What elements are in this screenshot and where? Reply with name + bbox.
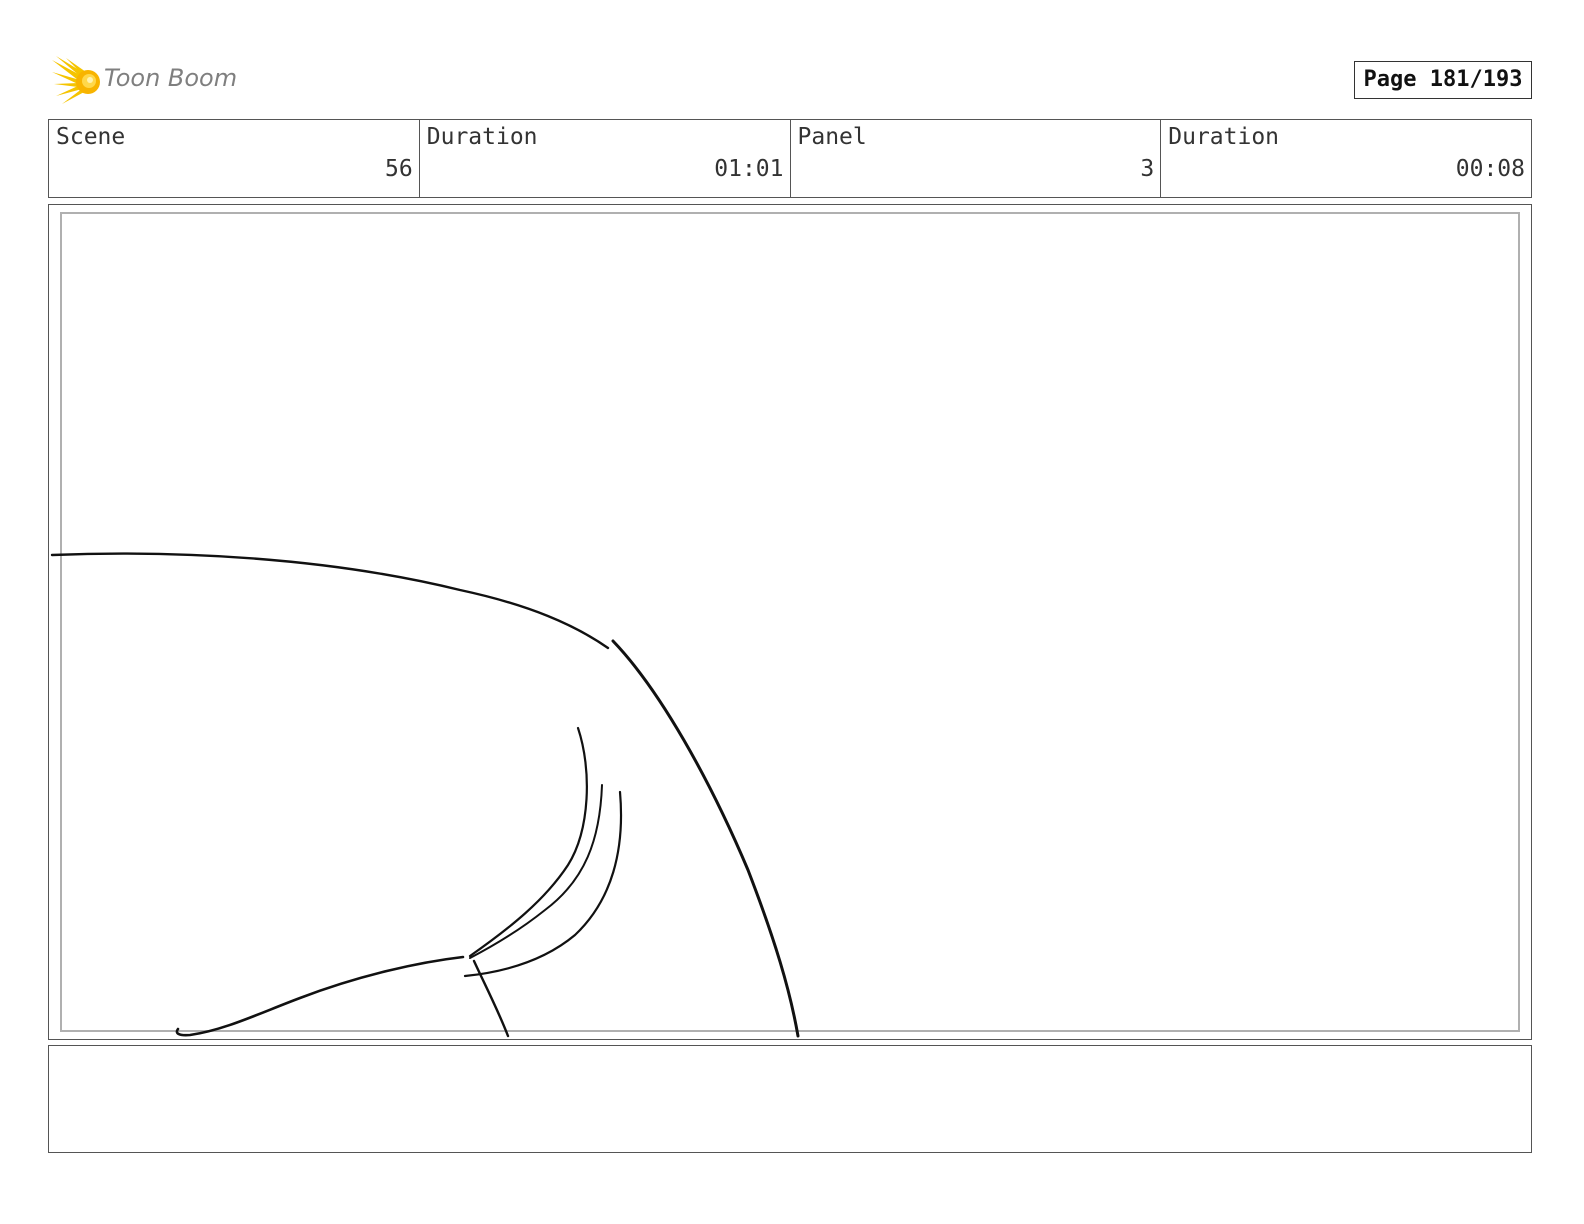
toon-boom-starburst-icon (52, 56, 100, 104)
panel-label: Panel (797, 124, 867, 150)
scene-value: 56 (385, 156, 413, 182)
panel-frame (48, 204, 1532, 1040)
scene-duration-cell: Duration 01:01 (418, 120, 790, 197)
scene-info-table: Scene 56 Duration 01:01 Panel 3 Duration… (48, 119, 1532, 198)
panel-duration-label: Duration (1168, 124, 1280, 150)
panel-value: 3 (1140, 156, 1155, 182)
scene-duration-label: Duration (426, 124, 538, 150)
panel-cell: Panel 3 (789, 120, 1161, 197)
scene-label: Scene (56, 124, 126, 150)
logo-text: Toon Boom (104, 64, 238, 92)
panel-safe-area (60, 212, 1520, 1032)
panel-duration-value: 00:08 (1455, 156, 1525, 182)
panel-duration-cell: Duration 00:08 (1160, 120, 1531, 197)
dialogue-notes-box (48, 1045, 1532, 1153)
toon-boom-logo: Toon Boom (52, 56, 252, 106)
scene-cell: Scene 56 (49, 120, 419, 197)
scene-duration-value: 01:01 (714, 156, 784, 182)
page-indicator: Page 181/193 (1354, 61, 1532, 99)
